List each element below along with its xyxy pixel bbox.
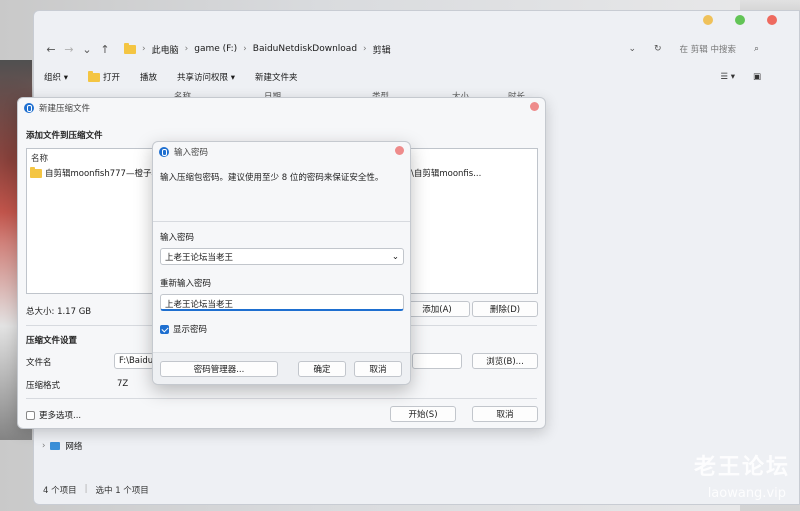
search-input[interactable]: 在 剪辑 中搜索 bbox=[680, 43, 736, 55]
dropdown-chevron-icon[interactable]: ⌄ bbox=[392, 252, 399, 262]
confirm-password-input[interactable]: 上老王论坛当老王 bbox=[160, 294, 404, 311]
forward-arrow-icon[interactable]: → bbox=[60, 43, 78, 56]
password-manager-button[interactable]: 密码管理器... bbox=[160, 361, 278, 377]
dialog-close-button[interactable] bbox=[530, 102, 539, 111]
ok-button[interactable]: 确定 bbox=[298, 361, 346, 377]
section-add-files: 添加文件到压缩文件 bbox=[26, 131, 103, 141]
browse-button[interactable]: 浏览(B)... bbox=[472, 353, 538, 369]
address-dropdown-icon[interactable]: ⌄ bbox=[628, 44, 636, 54]
play-button[interactable]: 播放 bbox=[140, 71, 157, 83]
archiver-app-icon bbox=[24, 103, 34, 113]
add-button[interactable]: 添加(A) bbox=[404, 301, 470, 317]
delete-button[interactable]: 删除(D) bbox=[472, 301, 538, 317]
show-password-checkbox[interactable]: 显示密码 bbox=[160, 323, 207, 335]
password-dialog-title: 输入密码 bbox=[174, 148, 209, 158]
nav-item-network[interactable]: › 网络 bbox=[42, 440, 82, 452]
password-cancel-button[interactable]: 取消 bbox=[354, 361, 402, 377]
open-button[interactable]: 打开 bbox=[87, 70, 120, 83]
close-button[interactable] bbox=[767, 15, 777, 25]
password-input[interactable]: 上老王论坛当老王 ⌄ bbox=[160, 248, 404, 265]
format-label: 压缩格式 bbox=[26, 381, 61, 391]
window-controls bbox=[703, 15, 777, 25]
total-size: 总大小: 1.17 GB bbox=[26, 307, 92, 317]
filename-input[interactable]: F:\BaiduN bbox=[114, 353, 154, 369]
folder-icon bbox=[124, 42, 136, 54]
new-folder-button[interactable]: 新建文件夹 bbox=[255, 71, 298, 83]
breadcrumb-game-drive[interactable]: game (F:) bbox=[194, 44, 237, 54]
watermark-title: 老王论坛 bbox=[693, 454, 790, 480]
folder-icon bbox=[30, 166, 42, 178]
status-item-count: 4 个项目 bbox=[43, 486, 77, 496]
network-icon bbox=[50, 442, 61, 450]
divider bbox=[26, 398, 537, 399]
cancel-button[interactable]: 取消 bbox=[472, 406, 538, 422]
minimize-button[interactable] bbox=[703, 15, 713, 25]
open-folder-icon bbox=[87, 70, 100, 82]
organize-menu[interactable]: 组织 ▾ bbox=[44, 71, 68, 83]
chevron-right-icon: › bbox=[42, 441, 46, 451]
more-options-checkbox[interactable]: 更多选项... bbox=[26, 409, 81, 421]
breadcrumb-current-folder[interactable]: 剪辑 bbox=[373, 43, 391, 56]
password-hint: 输入压缩包密码。建议使用至少 8 位的密码来保证安全性。 bbox=[160, 173, 384, 183]
status-bar: 4 个项目 | 选中 1 个项目 bbox=[43, 484, 149, 496]
address-bar: ← → ⌄ ↑ › 此电脑 › game (F:) › BaiduNetdisk… bbox=[34, 37, 799, 61]
checkbox-unchecked[interactable] bbox=[26, 410, 35, 420]
archiver-app-icon bbox=[159, 147, 169, 157]
search-icon[interactable]: ⌕ bbox=[754, 44, 759, 54]
section-archive-settings: 压缩文件设置 bbox=[26, 336, 78, 346]
filename-label: 文件名 bbox=[26, 358, 52, 368]
status-selected-count: 选中 1 个项目 bbox=[95, 486, 149, 496]
breadcrumb-this-pc[interactable]: 此电脑 bbox=[152, 43, 179, 56]
command-bar: 组织 ▾ 打开 播放 共享访问权限 ▾ 新建文件夹 ☰ ▾ ▣ bbox=[34, 67, 799, 87]
format-select[interactable]: 7Z bbox=[117, 379, 128, 389]
maximize-button[interactable] bbox=[735, 15, 745, 25]
breadcrumb-baidunetdisk[interactable]: BaiduNetdiskDownload bbox=[253, 44, 357, 54]
checkbox-checked[interactable] bbox=[160, 324, 169, 334]
file-list-header: 名称 bbox=[31, 154, 49, 164]
details-pane-icon[interactable]: ▣ bbox=[753, 72, 761, 82]
refresh-icon[interactable]: ↻ bbox=[654, 44, 662, 54]
back-arrow-icon[interactable]: ← bbox=[42, 43, 60, 56]
watermark-url: laowang.vip bbox=[707, 486, 786, 501]
password-dialog-close-button[interactable] bbox=[395, 146, 404, 155]
password-label: 输入密码 bbox=[160, 233, 195, 243]
file-path: \自剪辑moonfis... bbox=[411, 169, 482, 179]
filename-input-tail[interactable] bbox=[412, 353, 462, 369]
confirm-password-label: 重新输入密码 bbox=[160, 279, 212, 289]
recent-chevron-icon[interactable]: ⌄ bbox=[78, 43, 96, 56]
dialog-title: 新建压缩文件 bbox=[39, 104, 91, 114]
start-button[interactable]: 开始(S) bbox=[390, 406, 456, 422]
file-list-row[interactable]: 自剪辑moonfish777—橙子橙子 bbox=[30, 166, 168, 179]
password-dialog: 输入密码 输入压缩包密码。建议使用至少 8 位的密码来保证安全性。 输入密码 上… bbox=[152, 141, 411, 385]
divider bbox=[153, 221, 410, 222]
breadcrumb: › 此电脑 › game (F:) › BaiduNetdiskDownload… bbox=[124, 42, 391, 56]
share-access-menu[interactable]: 共享访问权限 ▾ bbox=[177, 71, 235, 83]
up-arrow-icon[interactable]: ↑ bbox=[96, 43, 114, 56]
view-list-icon[interactable]: ☰ ▾ bbox=[720, 72, 735, 82]
